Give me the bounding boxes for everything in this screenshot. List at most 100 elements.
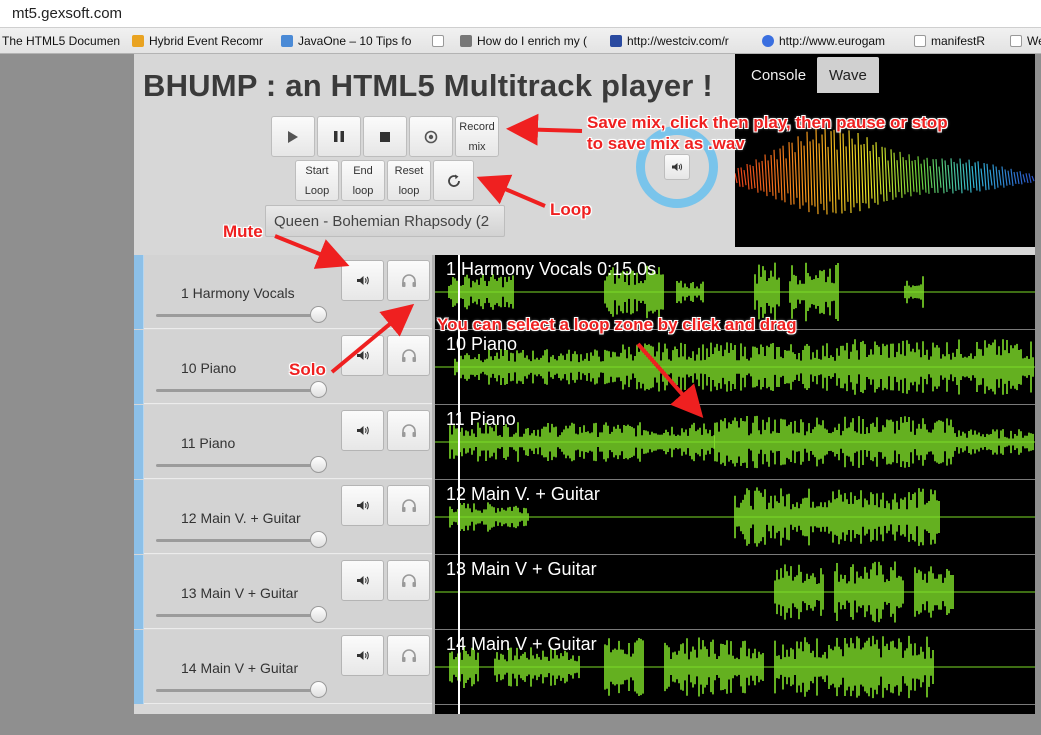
track-controls: 1 Harmony Vocals xyxy=(134,255,432,329)
waveform-graphic xyxy=(435,415,1035,469)
visualization-panel: Console Wave xyxy=(735,54,1035,247)
annotation-mute: Mute xyxy=(223,222,263,241)
speaker-icon xyxy=(356,576,369,585)
track-solo-button[interactable] xyxy=(387,635,430,676)
track-controls: 12 Main V. + Guitar xyxy=(134,480,432,554)
play-button[interactable] xyxy=(271,116,315,157)
track-name: 11 Piano xyxy=(181,435,236,451)
track-volume-thumb[interactable] xyxy=(310,531,327,548)
track-controls: 10 Piano xyxy=(134,330,432,404)
track-volume-slider[interactable] xyxy=(156,314,320,317)
record-mix-button[interactable]: Record mix xyxy=(455,116,499,157)
grid-icon xyxy=(460,35,472,47)
stop-icon xyxy=(380,131,390,142)
pause-icon xyxy=(334,131,344,142)
track-controls: 14 Main V + Guitar xyxy=(134,630,432,704)
globe-icon xyxy=(762,35,774,47)
track-volume-slider[interactable] xyxy=(156,689,320,692)
track-accent xyxy=(134,480,144,554)
track-waveform-label: 13 Main V + Guitar xyxy=(446,559,597,579)
westciv-icon xyxy=(610,35,622,47)
track-waveform-label: 14 Main V + Guitar xyxy=(446,634,597,654)
address-bar[interactable]: mt5.gexsoft.com xyxy=(0,0,1041,28)
track-solo-button[interactable] xyxy=(387,260,430,301)
song-select[interactable]: Queen - Bohemian Rhapsody (2 xyxy=(265,205,505,237)
track-mute-button[interactable] xyxy=(341,485,384,526)
track-solo-button[interactable] xyxy=(387,485,430,526)
track-volume-slider[interactable] xyxy=(156,389,320,392)
track-name: 14 Main V + Guitar xyxy=(181,660,299,676)
track-solo-button[interactable] xyxy=(387,410,430,451)
end-loop-button[interactable]: End loop xyxy=(341,160,385,201)
track-waveform[interactable]: 14 Main V + Guitar xyxy=(435,630,1035,705)
headphones-icon xyxy=(401,424,416,437)
track-volume-thumb[interactable] xyxy=(310,681,327,698)
speaker-icon xyxy=(672,163,683,171)
start-loop-button[interactable]: Start Loop xyxy=(295,160,339,201)
track-waveform[interactable]: 10 Piano xyxy=(435,330,1035,405)
master-mute-button[interactable] xyxy=(664,154,690,180)
track-mute-button[interactable] xyxy=(341,410,384,451)
speaker-icon xyxy=(356,426,369,435)
headphones-icon xyxy=(401,649,416,662)
track-volume-slider[interactable] xyxy=(156,614,320,617)
track-accent xyxy=(134,405,144,479)
headphones-icon xyxy=(401,499,416,512)
url-text[interactable]: mt5.gexsoft.com xyxy=(12,5,122,22)
track-volume-thumb[interactable] xyxy=(310,456,327,473)
track-volume-slider[interactable] xyxy=(156,539,320,542)
track-mute-button[interactable] xyxy=(341,335,384,376)
refresh-button[interactable] xyxy=(433,160,474,201)
headphones-icon xyxy=(401,274,416,287)
bookmark-eurogam[interactable]: http://www.eurogam xyxy=(762,34,885,48)
record-button[interactable] xyxy=(409,116,453,157)
track-accent xyxy=(134,630,144,704)
bookmark-manifestr[interactable]: manifestR xyxy=(914,34,985,48)
pause-button[interactable] xyxy=(317,116,361,157)
track-controls: 13 Main V + Guitar xyxy=(134,555,432,629)
headphones-icon xyxy=(401,349,416,362)
track-solo-button[interactable] xyxy=(387,560,430,601)
waveform-graphic xyxy=(435,339,1035,395)
track-name: 1 Harmony Vocals xyxy=(181,285,295,301)
headphones-icon xyxy=(401,574,416,587)
track-accent xyxy=(134,555,144,629)
track-waveform-label: 1 Harmony Vocals 0:15.0s xyxy=(446,259,657,279)
track-accent xyxy=(134,330,144,404)
track-solo-button[interactable] xyxy=(387,335,430,376)
track-waveform-label: 12 Main V. + Guitar xyxy=(446,484,600,504)
track-volume-thumb[interactable] xyxy=(310,381,327,398)
annotation-loop: Loop xyxy=(550,200,592,219)
track-mute-button[interactable] xyxy=(341,260,384,301)
bookmarks-bar: The HTML5 Documen Hybrid Event Recomr Ja… xyxy=(0,28,1041,54)
annotation-save-mix-2: to save mix as .wav xyxy=(587,134,745,153)
track-name: 12 Main V. + Guitar xyxy=(181,510,301,526)
bookmark-hybrid-event[interactable]: Hybrid Event Recomr xyxy=(132,34,263,48)
stop-button[interactable] xyxy=(363,116,407,157)
bookmark-enrich[interactable]: How do I enrich my ( xyxy=(460,34,587,48)
track-waveform[interactable]: 11 Piano xyxy=(435,405,1035,480)
bookmark-we[interactable]: We xyxy=(1010,34,1041,48)
bookmark-icon xyxy=(281,35,293,47)
track-waveform-label: 10 Piano xyxy=(446,334,518,354)
page-icon xyxy=(1010,35,1022,47)
bookmark-westciv[interactable]: http://westciv.com/r xyxy=(610,34,729,48)
track-waveform[interactable]: 12 Main V. + Guitar xyxy=(435,480,1035,555)
bookmark-html5-doc[interactable]: The HTML5 Documen xyxy=(2,34,120,48)
track-controls: 11 Piano xyxy=(134,405,432,479)
track-accent xyxy=(134,255,144,329)
reset-loop-button[interactable]: Reset loop xyxy=(387,160,431,201)
track-volume-thumb[interactable] xyxy=(310,606,327,623)
track-name: 10 Piano xyxy=(181,360,237,376)
track-waveform[interactable]: 13 Main V + Guitar xyxy=(435,555,1035,630)
track-mute-button[interactable] xyxy=(341,635,384,676)
track-volume-slider[interactable] xyxy=(156,464,320,467)
frequency-visualizer xyxy=(735,128,1035,215)
track-name: 13 Main V + Guitar xyxy=(181,585,299,601)
track-mute-button[interactable] xyxy=(341,560,384,601)
page-icon xyxy=(914,35,926,47)
track-volume-thumb[interactable] xyxy=(310,306,327,323)
bookmark-javaone[interactable]: JavaOne – 10 Tips fo xyxy=(281,34,411,48)
bookmark-blank[interactable] xyxy=(432,34,449,48)
speaker-icon xyxy=(356,651,369,660)
